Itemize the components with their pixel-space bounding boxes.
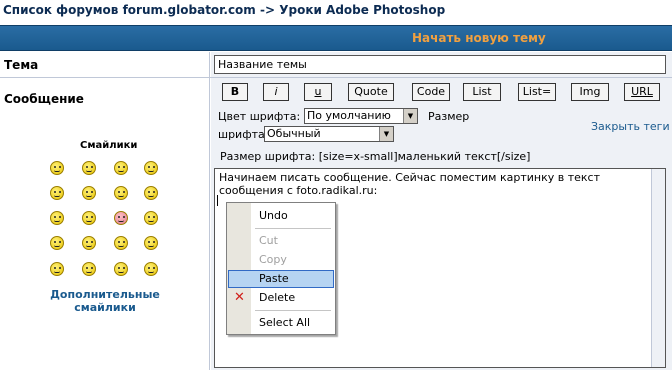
image-button[interactable]: Img: [571, 83, 609, 101]
more-smilies-link[interactable]: Дополнительные смайлики: [35, 288, 175, 314]
ordered-list-button[interactable]: List=: [518, 83, 556, 101]
menu-item-paste[interactable]: Paste: [228, 270, 334, 288]
lol-icon[interactable]: [144, 186, 158, 200]
forum-current-link[interactable]: Уроки Adobe Photoshop: [279, 3, 445, 17]
menu-item-undo[interactable]: Undo: [228, 207, 334, 225]
font-size-hint: Размер шрифта: [size=x-small]маленький т…: [220, 150, 531, 163]
razz-icon[interactable]: [82, 211, 96, 225]
menu-item-label: Delete: [259, 291, 296, 304]
menu-item-label: Select All: [259, 316, 311, 329]
quote-button[interactable]: Quote: [348, 83, 394, 101]
page-title: Начать новую тему: [412, 31, 546, 45]
surprised-icon[interactable]: [144, 161, 158, 175]
code-button[interactable]: Code: [412, 83, 450, 101]
menu-item-select-all[interactable]: Select All: [228, 314, 334, 332]
font-size-select[interactable]: Обычный ▼: [264, 126, 394, 142]
menu-item-label: Undo: [259, 209, 288, 222]
idea-icon[interactable]: [114, 262, 128, 276]
italic-button[interactable]: i: [263, 83, 289, 101]
close-tags-link[interactable]: Закрыть теги: [591, 120, 670, 133]
font-size-value: Обычный: [267, 127, 321, 140]
cool-icon[interactable]: [114, 186, 128, 200]
sad-icon[interactable]: [114, 161, 128, 175]
dropdown-arrow-icon[interactable]: ▼: [403, 109, 417, 123]
biggrin-icon[interactable]: [82, 161, 96, 175]
breadcrumb-separator: ->: [260, 3, 276, 17]
more-smilies-text: смайлики: [74, 301, 136, 314]
message-line: Начинаем писать сообщение. Сейчас помест…: [219, 171, 600, 184]
rolleyes-icon[interactable]: [114, 236, 128, 250]
menu-item-cut: Cut: [228, 232, 334, 250]
textarea-scrollbar[interactable]: [651, 169, 665, 367]
subject-label: Тема: [4, 58, 39, 72]
redface-icon[interactable]: [114, 211, 128, 225]
cry-icon[interactable]: [144, 211, 158, 225]
evil-icon[interactable]: [50, 236, 64, 250]
menu-item-delete[interactable]: ✕ Delete: [228, 289, 334, 307]
bold-button[interactable]: B: [222, 83, 248, 101]
menu-item-copy: Copy: [228, 251, 334, 269]
smilies-title: Смайлики: [80, 140, 138, 151]
message-line: сообщения с foto.radikal.ru:: [219, 184, 378, 197]
menu-separator: [255, 310, 331, 311]
breadcrumb: Список форумов forum.globator.com -> Уро…: [0, 0, 672, 22]
url-button[interactable]: URL: [624, 83, 660, 101]
forum-list-link[interactable]: Список форумов forum.globator.com: [3, 3, 256, 17]
row-divider: [0, 77, 672, 78]
font-color-label: Цвет шрифта:: [218, 110, 301, 123]
context-menu: Undo Cut Copy Paste ✕ Delete Select All: [226, 202, 336, 335]
menu-separator: [255, 228, 331, 229]
dropdown-arrow-icon[interactable]: ▼: [379, 127, 393, 141]
more-smilies-text: Дополнительные: [50, 288, 160, 301]
wink-icon[interactable]: [144, 236, 158, 250]
arrow-icon[interactable]: [144, 262, 158, 276]
confused-icon[interactable]: [82, 186, 96, 200]
eek-icon[interactable]: [50, 186, 64, 200]
list-button[interactable]: List: [463, 83, 501, 101]
font-size-label: Размер: [428, 110, 470, 123]
text-caret: [217, 195, 218, 206]
form-header: Начать новую тему: [0, 25, 672, 51]
question-icon[interactable]: [82, 262, 96, 276]
menu-item-label: Copy: [259, 253, 287, 266]
subject-input[interactable]: [214, 55, 666, 74]
font-color-value: По умолчанию: [307, 109, 391, 122]
underline-button[interactable]: u: [304, 83, 332, 101]
smile-icon[interactable]: [50, 161, 64, 175]
twisted-icon[interactable]: [82, 236, 96, 250]
mad-icon[interactable]: [50, 211, 64, 225]
menu-item-label: Paste: [259, 272, 289, 285]
font-color-select[interactable]: По умолчанию ▼: [304, 108, 418, 124]
menu-item-label: Cut: [259, 234, 278, 247]
delete-icon: ✕: [234, 290, 245, 305]
exclaim-icon[interactable]: [50, 262, 64, 276]
message-label: Сообщение: [4, 92, 84, 106]
font-size-label-cont: шрифта:: [218, 128, 269, 141]
